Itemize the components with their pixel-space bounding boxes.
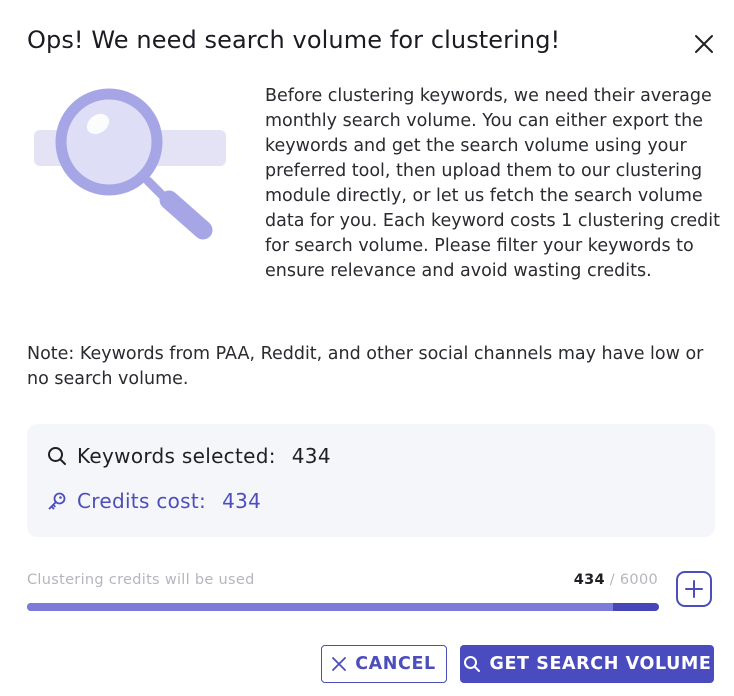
credits-separator: / xyxy=(609,572,615,588)
cancel-button[interactable]: CANCEL xyxy=(321,645,447,683)
credits-total-value: 6000 xyxy=(619,572,658,588)
key-icon xyxy=(48,492,66,510)
x-icon xyxy=(332,657,347,671)
credits-usage-label: Clustering credits will be used xyxy=(27,572,255,588)
plus-icon xyxy=(685,580,703,598)
keywords-selected-value: 434 xyxy=(291,444,331,468)
credits-cost-value: 434 xyxy=(222,489,262,513)
cancel-button-label: CANCEL xyxy=(355,654,436,674)
credits-cost-row: Credits cost: 434 xyxy=(47,489,261,513)
close-icon[interactable] xyxy=(692,32,716,56)
search-icon xyxy=(48,447,66,465)
credits-used-value: 434 xyxy=(573,572,605,588)
magnifier-illustration xyxy=(30,88,230,240)
credits-progress-fill xyxy=(27,603,614,611)
dialog-description: Before clustering keywords, we need thei… xyxy=(265,86,721,281)
search-icon xyxy=(463,656,480,672)
add-credits-button[interactable] xyxy=(676,571,712,607)
dialog-title: Ops! We need search volume for clusterin… xyxy=(27,26,561,54)
keywords-selected-row: Keywords selected: 434 xyxy=(47,444,331,468)
get-search-volume-button[interactable]: GET SEARCH VOLUME xyxy=(460,645,714,683)
credits-usage-count: 434 / 6000 xyxy=(574,572,658,588)
credits-cost-label: Credits cost: xyxy=(77,489,207,513)
keywords-selected-label: Keywords selected: xyxy=(77,444,276,468)
credits-progress-bar xyxy=(27,603,659,611)
get-search-volume-label: GET SEARCH VOLUME xyxy=(489,654,712,674)
summary-card: Keywords selected: 434 Credits cost: 434 xyxy=(27,424,715,537)
dialog-note: Note: Keywords from PAA, Reddit, and oth… xyxy=(27,344,704,389)
